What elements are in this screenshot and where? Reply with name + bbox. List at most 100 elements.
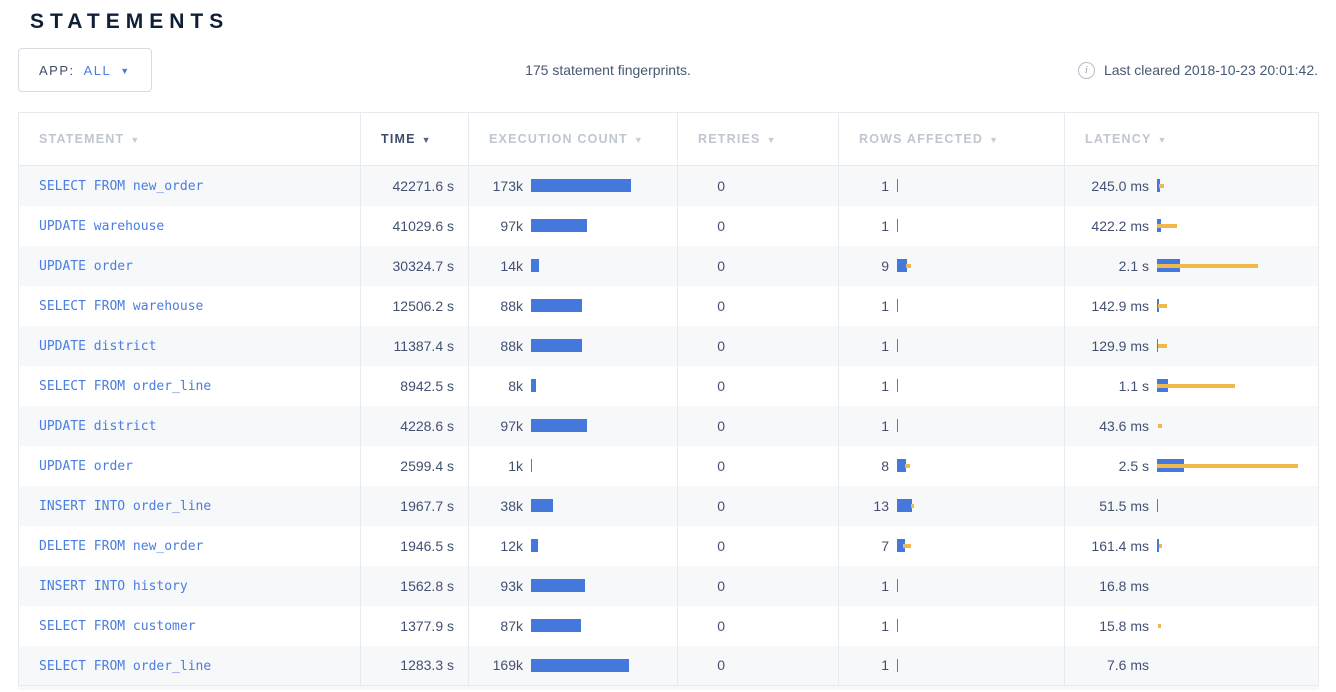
time-value: 42271.6 s [361, 166, 469, 206]
rows-affected-bar [897, 658, 1064, 672]
time-value: 4228.6 s [361, 406, 469, 446]
table-row[interactable]: UPDATE district 4228.6 s 97k 0 1 43.6 ms [19, 406, 1319, 446]
retries-value: 0 [678, 418, 725, 434]
rows-affected-value: 7 [839, 538, 889, 554]
rows-affected-bar [897, 219, 1064, 233]
table-row[interactable]: UPDATE order 2599.4 s 1k 0 8 2.5 s [19, 446, 1319, 486]
retries-value: 0 [678, 578, 725, 594]
rows-affected-value: 1 [839, 657, 889, 673]
statement-link[interactable]: SELECT FROM new_order [39, 179, 203, 194]
execution-count-bar [531, 499, 677, 513]
execution-count-bar [531, 419, 677, 433]
execution-count-bar [531, 339, 677, 353]
sort-arrow-icon: ▼ [767, 135, 777, 145]
table-header: STATEMENT▼TIME▼EXECUTION COUNT▼RETRIES▼R… [19, 113, 1319, 166]
retries-value: 0 [678, 338, 725, 354]
column-header-retries[interactable]: RETRIES▼ [678, 113, 839, 166]
table-row[interactable]: SELECT FROM new_order 42271.6 s 173k 0 1… [19, 166, 1319, 206]
execution-count-value: 173k [469, 178, 523, 194]
table-row[interactable]: SELECT FROM order_line 8942.5 s 8k 0 1 1… [19, 366, 1319, 406]
table-row[interactable]: SELECT FROM warehouse 12506.2 s 88k 0 1 … [19, 286, 1319, 326]
execution-count-bar [531, 459, 677, 473]
statement-link[interactable]: UPDATE district [39, 419, 156, 434]
retries-value: 0 [678, 298, 725, 314]
execution-count-bar [531, 379, 677, 393]
rows-affected-bar [897, 419, 1064, 433]
execution-count-bar [531, 579, 677, 593]
table-row[interactable]: SELECT FROM customer 1377.9 s 87k 0 1 15… [19, 606, 1319, 646]
rows-affected-bar [897, 619, 1064, 633]
time-value: 1946.5 s [361, 526, 469, 566]
statement-link[interactable]: UPDATE warehouse [39, 219, 164, 234]
retries-bar [733, 459, 838, 473]
latency-value: 142.9 ms [1065, 298, 1149, 314]
statement-link[interactable]: SELECT FROM order_line [39, 379, 211, 394]
execution-count-value: 38k [469, 498, 523, 514]
retries-bar [733, 539, 838, 553]
statement-link[interactable]: SELECT FROM customer [39, 619, 196, 634]
rows-affected-value: 13 [839, 498, 889, 514]
column-header-label: TIME [381, 132, 416, 146]
statement-link[interactable]: INSERT INTO history [39, 579, 188, 594]
retries-bar [733, 259, 838, 273]
rows-affected-value: 1 [839, 378, 889, 394]
time-value: 41029.6 s [361, 206, 469, 246]
column-header-statement[interactable]: STATEMENT▼ [19, 113, 361, 166]
latency-value: 7.6 ms [1065, 657, 1149, 673]
sort-arrow-icon: ▼ [1158, 135, 1168, 145]
execution-count-bar [531, 299, 677, 313]
column-header-label: STATEMENT [39, 132, 124, 146]
table-row[interactable]: UPDATE warehouse 41029.6 s 97k 0 1 422.2… [19, 206, 1319, 246]
statement-link[interactable]: INSERT INTO order_line [39, 499, 211, 514]
column-header-latency[interactable]: LATENCY ▼ [1065, 113, 1319, 166]
statement-link[interactable]: UPDATE order [39, 259, 133, 274]
sort-arrow-icon: ▼ [634, 135, 644, 145]
retries-bar [733, 299, 838, 313]
time-value: 11387.4 s [361, 326, 469, 366]
latency-bar [1157, 219, 1318, 233]
execution-count-value: 88k [469, 338, 523, 354]
latency-bar [1157, 658, 1318, 672]
latency-value: 1.1 s [1065, 378, 1149, 394]
column-header-exec-count[interactable]: EXECUTION COUNT ▼ [469, 113, 678, 166]
statement-link[interactable]: UPDATE order [39, 459, 133, 474]
rows-affected-bar [897, 379, 1064, 393]
latency-value: 129.9 ms [1065, 338, 1149, 354]
time-value: 30324.7 s [361, 246, 469, 286]
table-row[interactable]: SELECT FROM order_line 1283.3 s 169k 0 1… [19, 646, 1319, 686]
column-header-label: LATENCY [1085, 132, 1152, 146]
execution-count-value: 14k [469, 258, 523, 274]
column-header-time[interactable]: TIME ▼ [361, 113, 469, 166]
execution-count-bar [531, 179, 677, 193]
latency-value: 2.5 s [1065, 458, 1149, 474]
latency-value: 51.5 ms [1065, 498, 1149, 514]
table-row[interactable]: INSERT INTO history 1562.8 s 93k 0 1 16.… [19, 566, 1319, 606]
retries-bar [733, 419, 838, 433]
time-value: 1562.8 s [361, 566, 469, 606]
table-row[interactable]: UPDATE order 30324.7 s 14k 0 9 2.1 s [19, 246, 1319, 286]
column-header-label: ROWS AFFECTED [859, 132, 983, 146]
latency-bar [1157, 579, 1318, 593]
statement-link[interactable]: SELECT FROM warehouse [39, 299, 203, 314]
statement-link[interactable]: UPDATE district [39, 339, 156, 354]
table-row[interactable]: DELETE FROM new_order 1946.5 s 12k 0 7 1… [19, 526, 1319, 566]
statement-link[interactable]: DELETE FROM new_order [39, 539, 203, 554]
rows-affected-bar [897, 259, 1064, 273]
execution-count-value: 169k [469, 657, 523, 673]
latency-bar [1157, 339, 1318, 353]
table-row[interactable]: INSERT INTO order_line 1967.7 s 38k 0 13… [19, 486, 1319, 526]
column-header-label: EXECUTION COUNT [489, 132, 628, 146]
statement-link[interactable]: SELECT FROM order_line [39, 659, 211, 674]
rows-affected-value: 8 [839, 458, 889, 474]
toolbar: APP: ALL ▼ 175 statement fingerprints. i… [18, 48, 1318, 92]
rows-affected-bar [897, 459, 1064, 473]
statements-table: STATEMENT▼TIME▼EXECUTION COUNT▼RETRIES▼R… [18, 112, 1319, 686]
table-row[interactable]: UPDATE district 11387.4 s 88k 0 1 129.9 … [19, 326, 1319, 366]
next-row-sliver [18, 686, 1318, 690]
rows-affected-value: 1 [839, 418, 889, 434]
rows-affected-value: 1 [839, 298, 889, 314]
column-header-rows-affected[interactable]: ROWS AFFECTED▼ [839, 113, 1065, 166]
sort-arrow-icon: ▼ [422, 135, 432, 145]
time-value: 2599.4 s [361, 446, 469, 486]
latency-value: 15.8 ms [1065, 618, 1149, 634]
